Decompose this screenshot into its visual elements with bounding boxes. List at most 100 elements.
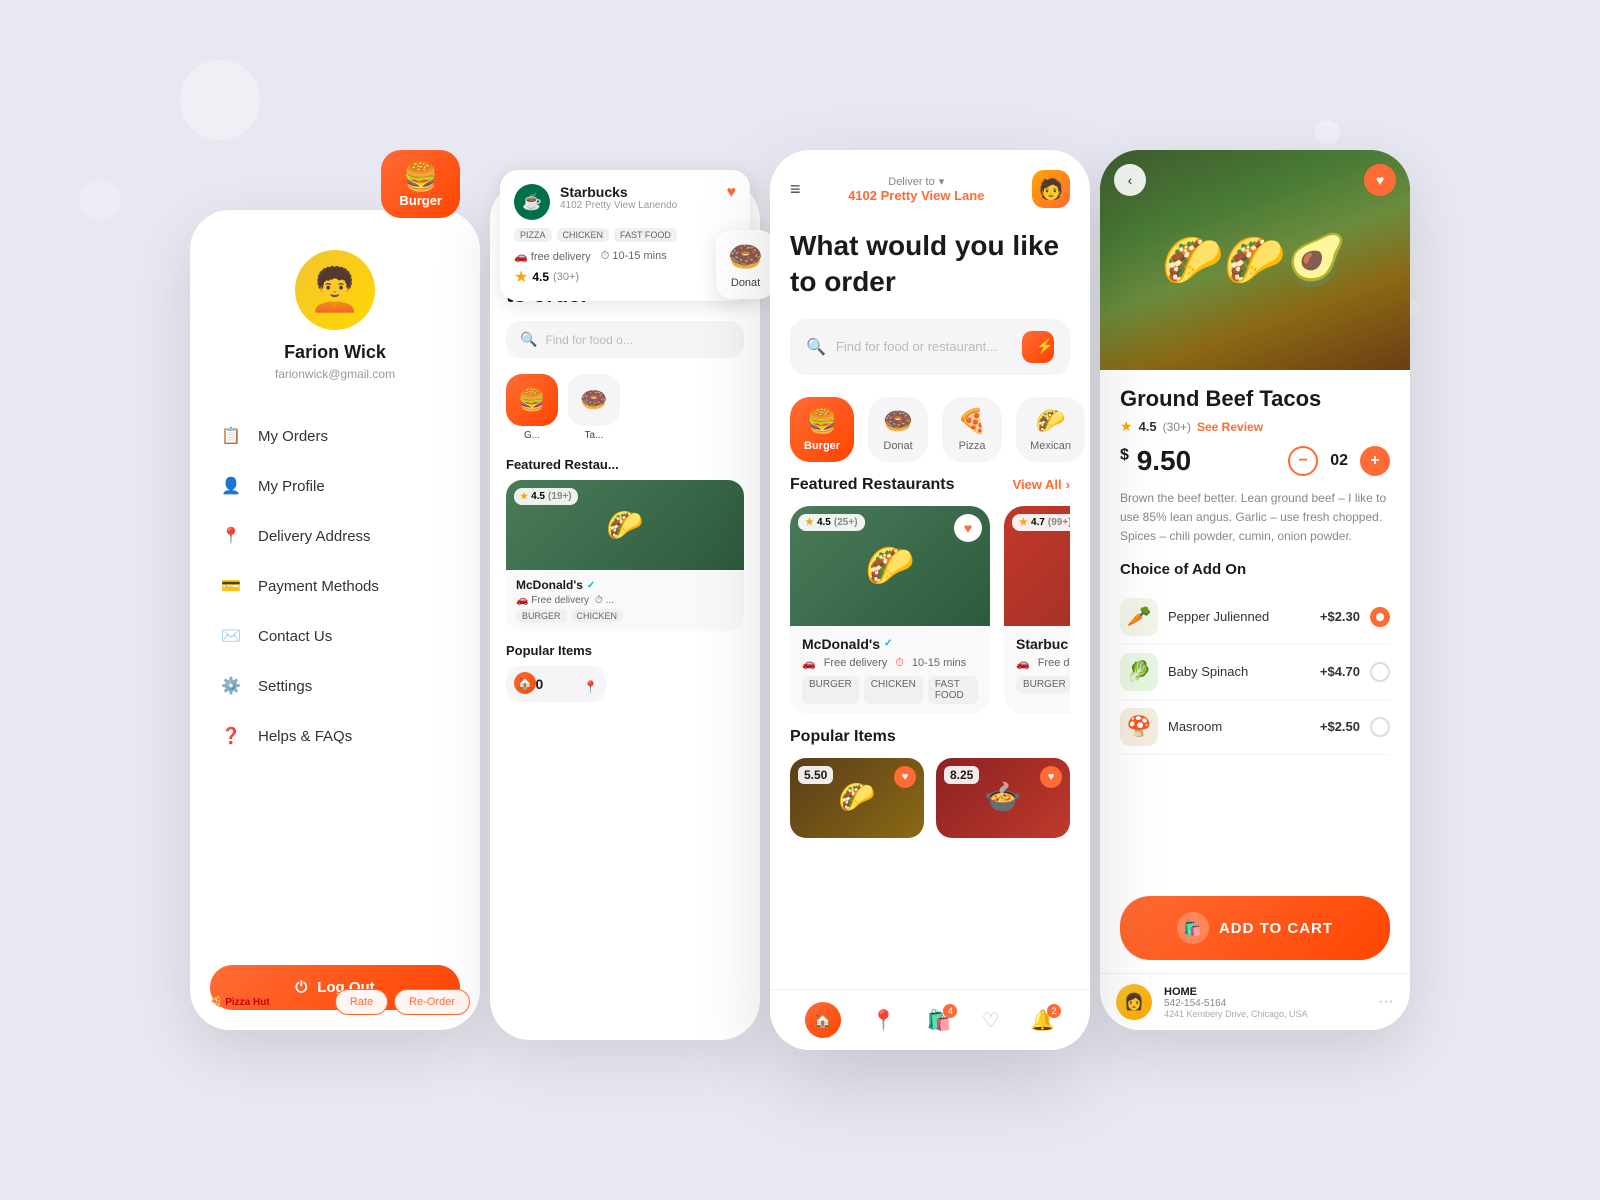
cat-pizza[interactable]: 🍕 Pizza <box>942 397 1002 462</box>
mcdonalds-info: McDonald's ✓ 🚗 Free delivery ⏱ 10-15 min… <box>790 626 990 714</box>
user-avatar-main[interactable]: 🧑 <box>1032 170 1070 208</box>
pizza-label-main: Pizza <box>959 440 986 452</box>
nav-heart-icon[interactable]: ♡ <box>982 1008 1000 1033</box>
donut-label: Donat <box>731 277 760 289</box>
more-icon[interactable]: ··· <box>1378 993 1394 1011</box>
burger-floating-badge: 🍔 Burger <box>381 150 460 218</box>
hamburger-menu-icon[interactable]: ≡ <box>790 179 801 200</box>
quantity-minus-button[interactable]: − <box>1288 446 1318 476</box>
addon-img-3: 🍄 <box>1120 708 1158 746</box>
mcdonalds-name-bg: McDonald's ✓ <box>516 578 734 592</box>
profile-label: My Profile <box>258 478 325 495</box>
addon-item-3[interactable]: 🍄 Masroom +$2.50 <box>1120 700 1390 755</box>
sidebar-footer: ⏻ Log Out <box>190 945 480 1030</box>
add-to-cart-button[interactable]: 🛍️ ADD TO CART <box>1120 896 1390 960</box>
starbucks-heart-icon[interactable]: ♥ <box>727 184 737 202</box>
addon-radio-3[interactable] <box>1370 717 1390 737</box>
arrow-right-icon: › <box>1066 477 1070 492</box>
rest-card-bg: ★ 4.5 (19+) 🌮 McDonald's ✓ 🚗 Free <box>506 480 744 631</box>
mexican-label-main: Mexican <box>1030 440 1071 452</box>
sidebar-item-payment[interactable]: 💳 Payment Methods <box>210 561 460 611</box>
quantity-plus-button[interactable]: + <box>1360 446 1390 476</box>
nav-home-icon[interactable]: 🏠 <box>805 1002 841 1038</box>
mcdonalds-heart-icon[interactable]: ♥ <box>954 514 982 542</box>
search-bar-main[interactable]: 🔍 Find for food or restaurant... ⚡ <box>790 319 1070 375</box>
sidebar-item-help[interactable]: ❓ Helps & FAQs <box>210 711 460 761</box>
delivery-icon-sb: 🚗 <box>1016 657 1030 670</box>
rating-val-bg: 4.5 <box>531 491 545 502</box>
sidebar-item-contact[interactable]: ✉️ Contact Us <box>210 611 460 661</box>
burger-cat-label: G... <box>524 430 540 441</box>
addon-item-1[interactable]: 🥕 Pepper Julienned +$2.30 <box>1120 590 1390 645</box>
hero-heart-button[interactable]: ♥ <box>1364 164 1396 196</box>
cat-burger-bg[interactable]: 🍔 G... <box>506 374 558 441</box>
rate-button[interactable]: Rate <box>335 989 388 1015</box>
popular-title-main: Popular Items <box>790 728 1070 746</box>
popular-price-1: 5.50 <box>798 766 833 784</box>
phone-sidebar: 🧑‍🦱 Farion Wick farionwick@gmail.com 📋 M… <box>190 210 480 1030</box>
tag-burger-bg: BURGER <box>516 609 567 623</box>
starbucks-time: ⏱ 10-15 mins <box>601 250 667 263</box>
cat-donut-bg[interactable]: 🍩 Ta... <box>568 374 620 441</box>
addon-item-2[interactable]: 🥬 Baby Spinach +$4.70 <box>1120 645 1390 700</box>
addon-name-1: Pepper Julienned <box>1168 609 1310 624</box>
cat-burger[interactable]: 🍔 Burger <box>790 397 854 462</box>
addon-radio-1[interactable] <box>1370 607 1390 627</box>
starbucks-delivery: 🚗 free delivery ⏱ 10-15 mins <box>514 250 736 263</box>
cat-donut[interactable]: 🍩 Donat <box>868 397 928 462</box>
main-title: What would you like to order <box>770 218 1090 311</box>
back-button[interactable]: ‹ <box>1114 164 1146 196</box>
home-bar-avatar: 👩 <box>1116 984 1152 1020</box>
orders-label: My Orders <box>258 428 328 445</box>
see-review-link[interactable]: See Review <box>1197 420 1263 434</box>
bottom-nav: 🏠 📍 🛍️ 4 ♡ 🔔 2 <box>770 989 1090 1050</box>
cat-mexican[interactable]: 🌮 Mexican <box>1016 397 1085 462</box>
pizza-emoji-main: 🍕 <box>957 407 987 436</box>
tag-fastfood-mc: FAST FOOD <box>928 676 978 704</box>
starbucks-address: 4102 Pretty View Lanendo <box>560 200 727 211</box>
pizza-hut-logo: 🍕 Pizza Hut <box>210 992 270 1010</box>
home-bar-info: HOME 542-154-5164 4241 Kembery Drive, Ch… <box>1164 986 1366 1019</box>
sidebar-item-delivery[interactable]: 📍 Delivery Address <box>210 511 460 561</box>
sidebar-item-orders[interactable]: 📋 My Orders <box>210 411 460 461</box>
category-scroll: 🍔 Burger 🍩 Donat 🍕 Pizza <box>770 383 1090 476</box>
background: 🍔 Burger 🧑‍🦱 Farion Wick farionwick@gmai… <box>0 0 1600 1200</box>
starbucks-review-main: (99+) <box>1048 517 1070 528</box>
starbucks-rest-card[interactable]: ★ 4.7 (99+) 🍲 Starbuc 🚗 Free d <box>1004 506 1070 714</box>
addon-radio-2[interactable] <box>1370 662 1390 682</box>
deliver-to-label: Deliver to <box>888 176 934 188</box>
search-bar-bg[interactable]: 🔍 Find for food o... <box>506 321 744 358</box>
view-all-button[interactable]: View All › <box>1013 477 1070 492</box>
popular-item-2[interactable]: 🍲 8.25 ♥ <box>936 758 1070 838</box>
popular-heart-2[interactable]: ♥ <box>1040 766 1062 788</box>
mcdonalds-delivery: 🚗 Free delivery ⏱ 10-15 mins <box>802 657 978 670</box>
starbucks-rest-name: Starbuc <box>1016 636 1070 652</box>
product-rating: ★ 4.5 (30+) See Review <box>1120 418 1390 435</box>
free-delivery-mc: Free delivery <box>824 657 888 669</box>
tag-fastfood: FAST FOOD <box>614 228 677 242</box>
popular-item-1[interactable]: 🌮 5.50 ♥ <box>790 758 924 838</box>
popular-row: 🌮 5.50 ♥ 🍲 8.25 ♥ <box>790 758 1070 838</box>
donut-emoji: 🍩 <box>728 240 763 273</box>
filter-icon[interactable]: ⚡ <box>1022 331 1054 363</box>
nav-cart-icon[interactable]: 🛍️ 4 <box>927 1008 952 1033</box>
bell-badge: 2 <box>1047 1004 1061 1018</box>
deco-circle-2 <box>80 180 120 220</box>
nav-bell-icon[interactable]: 🔔 2 <box>1030 1008 1055 1033</box>
reorder-button[interactable]: Re-Order <box>394 989 470 1015</box>
mcdonalds-card[interactable]: ★ 4.5 (25+) ♥ 🌮 McDonald's ✓ <box>790 506 990 714</box>
nav-location-icon[interactable]: 📍 <box>871 1008 896 1033</box>
starbucks-badge: ★ 4.7 (99+) <box>1012 514 1070 531</box>
avatar: 🧑‍🦱 <box>295 250 375 330</box>
rest-img-bg: ★ 4.5 (19+) 🌮 <box>506 480 744 570</box>
deco-circle-3 <box>1315 120 1340 145</box>
radio-dot-1 <box>1376 613 1384 621</box>
sidebar-item-profile[interactable]: 👤 My Profile <box>210 461 460 511</box>
home-bar-title: HOME <box>1164 986 1366 998</box>
verified-icon-bg: ✓ <box>587 580 595 591</box>
popular-loc-icon-bg: 📍 <box>583 680 598 694</box>
sidebar-item-settings[interactable]: ⚙️ Settings <box>210 661 460 711</box>
popular-section: Popular Items 🌮 5.50 ♥ 🍲 8.25 <box>770 714 1090 838</box>
power-icon: ⏻ <box>295 979 307 996</box>
popular-heart-1[interactable]: ♥ <box>894 766 916 788</box>
